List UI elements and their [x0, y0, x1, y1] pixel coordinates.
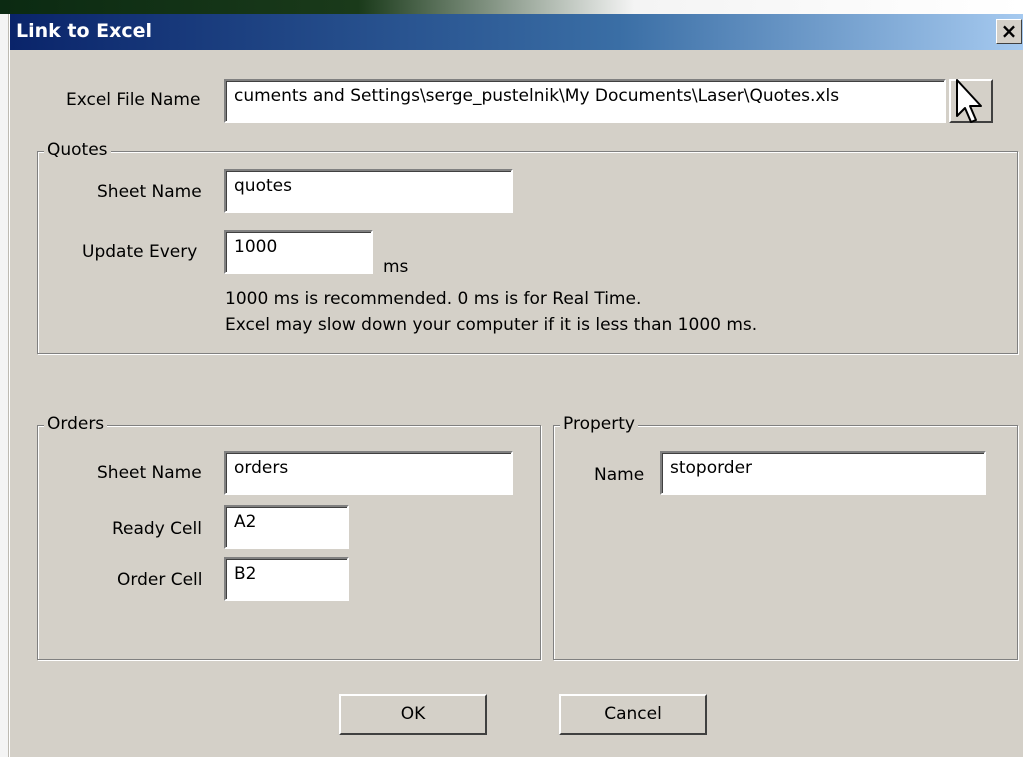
update-unit-label: ms — [383, 257, 409, 277]
ready-cell-label: Ready Cell — [112, 519, 202, 539]
mouse-pointer-icon — [956, 79, 982, 123]
property-group-title: Property — [560, 414, 638, 434]
orders-group-title: Orders — [44, 414, 108, 434]
update-note-line2: Excel may slow down your computer if it … — [225, 315, 758, 335]
close-icon: × — [1000, 19, 1018, 43]
property-name-label: Name — [594, 465, 645, 485]
dialog-title: Link to Excel — [16, 20, 153, 42]
quotes-sheet-name-label: Sheet Name — [97, 182, 202, 202]
background-app-edge — [0, 14, 9, 757]
excel-file-name-input[interactable]: cuments and Settings\serge_pustelnik\My … — [224, 79, 946, 123]
ready-cell-input[interactable]: A2 — [224, 505, 349, 549]
orders-sheet-name-label: Sheet Name — [97, 463, 202, 483]
order-cell-label: Order Cell — [117, 570, 203, 590]
quotes-group-title: Quotes — [44, 140, 111, 160]
orders-sheet-name-input[interactable]: orders — [224, 451, 513, 495]
property-name-input[interactable]: stoporder — [660, 451, 986, 495]
background-app-strip — [0, 0, 1023, 14]
cancel-button[interactable]: Cancel — [559, 694, 707, 735]
ok-button[interactable]: OK — [339, 694, 487, 735]
update-note-line1: 1000 ms is recommended. 0 ms is for Real… — [225, 289, 642, 309]
quotes-sheet-name-input[interactable]: quotes — [224, 169, 513, 213]
update-every-label: Update Every — [82, 242, 198, 262]
update-every-input[interactable]: 1000 — [224, 230, 373, 274]
excel-file-name-label: Excel File Name — [66, 90, 201, 110]
link-to-excel-dialog: Link to Excel × Excel File Name cuments … — [9, 14, 1023, 757]
order-cell-input[interactable]: B2 — [224, 557, 349, 601]
title-bar[interactable]: Link to Excel × — [10, 14, 1023, 50]
close-button[interactable]: × — [996, 19, 1022, 44]
